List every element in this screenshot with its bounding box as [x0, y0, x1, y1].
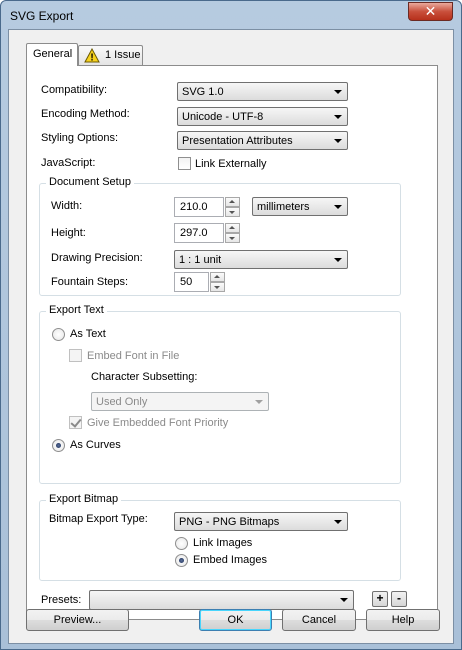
width-value: 210.0 [180, 201, 208, 213]
export-bitmap-group: Export Bitmap Bitmap Export Type: PNG - … [39, 493, 401, 581]
bitmap-export-type-dropdown[interactable]: PNG - PNG Bitmaps [174, 512, 348, 531]
close-icon: ✕ [424, 3, 437, 19]
help-button[interactable]: Help [366, 609, 440, 631]
general-tab-panel: Compatibility: SVG 1.0 Encoding Method: … [26, 65, 438, 620]
compatibility-dropdown[interactable]: SVG 1.0 [177, 82, 348, 101]
radio-selected-dot [179, 558, 184, 563]
spin-down-icon[interactable] [210, 282, 225, 292]
preview-button[interactable]: Preview... [26, 609, 129, 631]
drawing-precision-dropdown[interactable]: 1 : 1 unit [174, 250, 348, 269]
link-images-label[interactable]: Link Images [193, 537, 252, 549]
javascript-label: JavaScript: [41, 157, 96, 169]
export-bitmap-title: Export Bitmap [46, 493, 122, 505]
chevron-down-icon [334, 520, 342, 524]
embed-font-label[interactable]: Embed Font in File [87, 350, 179, 362]
ok-button[interactable]: OK [199, 609, 272, 631]
chevron-down-icon [255, 400, 263, 404]
chevron-down-icon [334, 258, 342, 262]
dialog-window: SVG Export ✕ General ! 1 Issue Compatibi… [0, 0, 462, 650]
units-dropdown[interactable]: millimeters [252, 197, 348, 216]
window-title: SVG Export [10, 9, 74, 23]
character-subsetting-label: Character Subsetting: [91, 371, 198, 383]
fountain-steps-label: Fountain Steps: [51, 276, 129, 288]
encoding-label: Encoding Method: [41, 108, 130, 120]
tab-issues[interactable]: ! 1 Issue [78, 45, 143, 66]
embed-images-radio[interactable] [175, 554, 188, 567]
document-setup-group: Document Setup Width: 210.0 millimeters … [39, 176, 401, 296]
presets-label: Presets: [41, 594, 82, 606]
fountain-steps-value: 50 [180, 276, 193, 288]
document-setup-title: Document Setup [46, 176, 134, 188]
dialog-client-area: General ! 1 Issue Compatibility: SVG 1.0… [8, 29, 454, 644]
drawing-precision-value: 1 : 1 unit [179, 254, 222, 266]
spin-up-icon[interactable] [225, 197, 240, 207]
presets-dropdown[interactable] [89, 590, 354, 610]
warning-icon: ! [84, 48, 100, 63]
radio-selected-dot [56, 443, 61, 448]
height-label: Height: [51, 227, 86, 239]
chevron-down-icon [334, 90, 342, 94]
height-input[interactable]: 297.0 [174, 223, 224, 243]
spin-down-icon[interactable] [225, 207, 240, 217]
as-curves-radio[interactable] [52, 439, 65, 452]
spin-down-icon[interactable] [225, 233, 240, 243]
svg-text:!: ! [90, 53, 93, 64]
character-subsetting-value: Used Only [96, 396, 148, 408]
link-externally-checkbox[interactable] [178, 157, 191, 170]
embed-font-checkbox[interactable] [69, 349, 82, 362]
encoding-value: Unicode - UTF-8 [182, 111, 264, 123]
character-subsetting-dropdown[interactable]: Used Only [91, 392, 269, 411]
plus-icon: + [376, 591, 384, 605]
drawing-precision-label: Drawing Precision: [51, 252, 143, 264]
as-text-radio[interactable] [52, 328, 65, 341]
cancel-button[interactable]: Cancel [282, 609, 356, 631]
as-text-label[interactable]: As Text [70, 328, 106, 340]
styling-dropdown[interactable]: Presentation Attributes [177, 131, 348, 150]
as-curves-label[interactable]: As Curves [70, 439, 121, 451]
export-text-group: Export Text As Text Embed Font in File C… [39, 304, 401, 484]
fountain-steps-input[interactable]: 50 [174, 272, 209, 292]
title-bar[interactable]: SVG Export ✕ [1, 1, 461, 29]
tab-general[interactable]: General [26, 43, 78, 66]
width-input[interactable]: 210.0 [174, 197, 224, 217]
tab-general-label: General [33, 48, 73, 60]
spin-up-icon[interactable] [225, 223, 240, 233]
width-label: Width: [51, 200, 83, 212]
chevron-down-icon [334, 139, 342, 143]
tab-issues-label: 1 Issue [105, 49, 141, 61]
styling-value: Presentation Attributes [182, 135, 293, 147]
width-spinner[interactable] [225, 197, 240, 217]
encoding-dropdown[interactable]: Unicode - UTF-8 [177, 107, 348, 126]
link-images-radio[interactable] [175, 537, 188, 550]
bitmap-export-type-value: PNG - PNG Bitmaps [179, 516, 280, 528]
spin-up-icon[interactable] [210, 272, 225, 282]
export-text-title: Export Text [46, 304, 107, 316]
chevron-down-icon [340, 598, 348, 602]
height-value: 297.0 [180, 227, 208, 239]
add-preset-button[interactable]: + [372, 591, 388, 607]
close-button[interactable]: ✕ [408, 2, 453, 21]
embed-images-label[interactable]: Embed Images [193, 554, 267, 566]
styling-label: Styling Options: [41, 132, 119, 144]
remove-preset-button[interactable]: - [391, 591, 407, 607]
link-externally-label[interactable]: Link Externally [195, 158, 267, 170]
give-priority-checkbox[interactable] [69, 416, 82, 429]
checkmark-icon [70, 416, 82, 428]
units-value: millimeters [257, 201, 310, 213]
compatibility-label: Compatibility: [41, 84, 108, 96]
height-spinner[interactable] [225, 223, 240, 243]
chevron-down-icon [334, 115, 342, 119]
fountain-steps-spinner[interactable] [210, 272, 225, 292]
minus-icon: - [397, 591, 401, 605]
compatibility-value: SVG 1.0 [182, 86, 224, 98]
bitmap-export-type-label: Bitmap Export Type: [49, 513, 148, 525]
chevron-down-icon [334, 205, 342, 209]
give-priority-label[interactable]: Give Embedded Font Priority [87, 417, 228, 429]
